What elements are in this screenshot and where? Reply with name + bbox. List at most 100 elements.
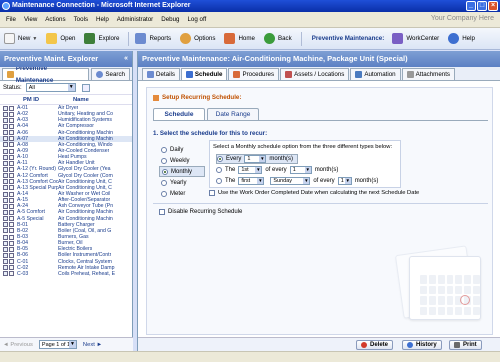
- pmid-column-header[interactable]: PM ID: [23, 97, 73, 103]
- pm-name: Humidification Systems: [58, 117, 112, 124]
- tab-schedule[interactable]: Schedule: [180, 68, 228, 80]
- radio-button[interactable]: [161, 146, 167, 153]
- pm-record-icon: [3, 246, 8, 252]
- chevron-down-icon: ▼: [67, 84, 75, 91]
- workcenter-button[interactable]: WorkCenter: [392, 33, 439, 44]
- open-button[interactable]: Open: [46, 33, 75, 44]
- pm-record-icon: [3, 265, 8, 271]
- pm-record-icon: [3, 117, 8, 123]
- pm-id: B-01: [17, 221, 28, 228]
- delete-button[interactable]: Delete: [356, 340, 394, 350]
- menu-file[interactable]: File: [6, 16, 16, 23]
- pm-name: Air Conditioning Machin: [58, 135, 113, 142]
- print-button[interactable]: Print: [449, 340, 482, 350]
- collapse-arrows-icon[interactable]: «: [124, 51, 128, 67]
- tab-attachments[interactable]: Attachments: [401, 68, 456, 80]
- pm-record-icon: [3, 197, 8, 203]
- history-button[interactable]: History: [402, 340, 442, 350]
- pm-id: A-08: [17, 141, 28, 148]
- nth-day-select[interactable]: 1st ▼: [238, 166, 263, 174]
- page-select[interactable]: Page 1 of 10 ▼: [38, 340, 77, 349]
- menu-help[interactable]: Help: [96, 16, 109, 23]
- pm-name: Glycol Dry Cooler (Yea: [58, 166, 111, 173]
- tab-automation[interactable]: Automation: [350, 68, 401, 80]
- radio-button[interactable]: [162, 168, 168, 175]
- pm-status-icon: [9, 117, 14, 123]
- pm-name: Ash Conveyor Tube (Pn: [58, 203, 114, 210]
- back-button[interactable]: Back: [263, 33, 292, 44]
- details-icon: [147, 71, 154, 78]
- tab-details[interactable]: Details: [142, 68, 180, 80]
- pm-id: A-02: [17, 111, 28, 118]
- pm-status-icon: [9, 142, 14, 148]
- radio-button[interactable]: [161, 179, 167, 186]
- window-title: Maintenance Connection - Microsoft Inter…: [12, 2, 191, 9]
- pm-record-icon: [3, 130, 8, 136]
- menu-tools[interactable]: Tools: [74, 16, 88, 23]
- freq-yearly[interactable]: Yearly: [159, 177, 205, 188]
- name-column-header[interactable]: Name: [73, 97, 89, 103]
- tab-preventive-maintenance[interactable]: Preventive Maintenance: [2, 65, 90, 84]
- menu-view[interactable]: View: [24, 16, 37, 23]
- freq-weekly[interactable]: Weekly: [159, 155, 205, 166]
- ordinal-select[interactable]: first ▼: [238, 177, 265, 185]
- of-every-select[interactable]: 1 ▼: [289, 166, 312, 174]
- menu-debug[interactable]: Debug: [161, 16, 179, 23]
- toolbar-divider: [300, 31, 302, 46]
- radio-button[interactable]: [216, 167, 222, 173]
- tab-assets-locations[interactable]: Assets / Locations: [280, 68, 350, 80]
- tab-search[interactable]: Search: [91, 68, 130, 80]
- chevron-down-icon: ▼: [68, 341, 76, 348]
- procedures-icon: [233, 71, 241, 78]
- checkbox[interactable]: [159, 209, 165, 215]
- chevron-down-icon: ▼: [32, 35, 38, 42]
- radio-button[interactable]: [217, 156, 223, 162]
- pm-icon: [7, 71, 14, 78]
- menu-administrator[interactable]: Administrator: [117, 16, 153, 23]
- weekday-select[interactable]: Sunday ▼: [270, 177, 311, 185]
- pm-name: Boiler (Coal, Oil, and G: [58, 227, 112, 234]
- reports-button[interactable]: Reports: [135, 33, 171, 44]
- tab-procedures[interactable]: Procedures: [228, 68, 280, 80]
- wo-completed-option[interactable]: Use the Work Order Completed Date when c…: [209, 190, 419, 196]
- pm-name: Air Compressor: [58, 123, 95, 130]
- maximize-button[interactable]: □: [477, 1, 487, 11]
- pm-record-icon: [3, 271, 8, 277]
- options-button[interactable]: Options: [180, 33, 215, 44]
- subtab-schedule[interactable]: Schedule: [153, 108, 205, 120]
- status-select[interactable]: All ▼: [25, 83, 76, 92]
- subtab-date-range[interactable]: Date Range: [207, 108, 259, 120]
- list-item[interactable]: C-03 Coils Preheat, Reheat, E: [0, 271, 132, 277]
- of-every-weekday-select[interactable]: 1 ▼: [337, 177, 352, 185]
- radio-button[interactable]: [161, 190, 167, 197]
- calendar-icon: [185, 71, 193, 78]
- schedule-content: Setup Recurring Schedule: Schedule Date …: [146, 87, 493, 335]
- new-button[interactable]: New ▼: [4, 33, 37, 44]
- pm-status-icon: [9, 240, 14, 246]
- pm-status-icon: [9, 216, 14, 222]
- monthly-prompt: Select a Monthly schedule option from th…: [213, 144, 393, 150]
- minimize-button[interactable]: _: [466, 1, 476, 11]
- freq-daily[interactable]: Daily: [159, 144, 205, 155]
- freq-monthly[interactable]: Monthly: [159, 166, 205, 177]
- disable-recurring-option[interactable]: Disable Recurring Schedule: [159, 209, 242, 215]
- freq-meter[interactable]: Meter: [159, 188, 205, 199]
- pm-status-icon: [9, 234, 14, 240]
- help-button[interactable]: Help: [448, 33, 475, 44]
- menu-logoff[interactable]: Log off: [187, 16, 206, 23]
- radio-button[interactable]: [216, 178, 222, 184]
- previous-page-link[interactable]: ◄ Previous: [3, 342, 33, 348]
- pm-record-icon: [3, 228, 8, 234]
- next-page-link[interactable]: Next ►: [83, 342, 102, 348]
- pm-status-icon: [9, 136, 14, 142]
- every-months-select[interactable]: 1 ▼: [244, 155, 267, 163]
- close-button[interactable]: ×: [488, 1, 498, 11]
- menu-actions[interactable]: Actions: [45, 16, 65, 23]
- radio-button[interactable]: [161, 157, 167, 164]
- explore-button[interactable]: Explore: [84, 33, 119, 44]
- checkbox[interactable]: [209, 190, 215, 196]
- filter-icon[interactable]: [81, 83, 90, 92]
- pm-status-icon: [9, 271, 14, 277]
- pm-id: A-5 Special: [17, 215, 44, 222]
- home-button[interactable]: Home: [224, 33, 255, 44]
